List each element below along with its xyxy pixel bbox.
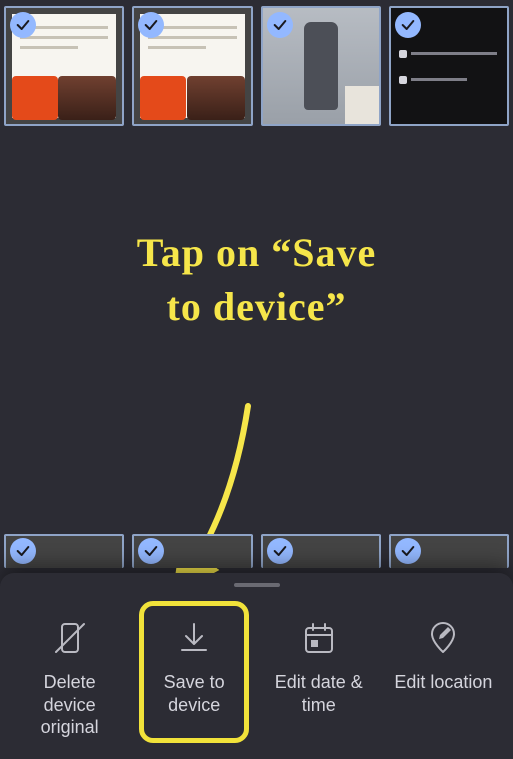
photo-thumb-2[interactable] [132,6,252,126]
photo-thumb-5[interactable] [4,534,124,568]
delete-device-original-button[interactable]: Delete device original [15,601,125,743]
edit-date-time-label: Edit date & time [269,671,369,716]
delete-phone-icon [51,619,89,657]
action-sheet: Delete device original Save to device [0,573,513,759]
check-icon [138,538,164,564]
location-edit-icon [424,619,462,657]
thumbs-row-bottom [0,528,513,574]
save-to-device-label: Save to device [144,671,244,716]
sheet-drag-handle[interactable] [234,583,280,587]
action-row: Delete device original Save to device [0,601,513,743]
photo-thumb-4[interactable] [389,6,509,126]
check-icon [267,12,293,38]
edit-location-label: Edit location [394,671,492,694]
download-icon [175,619,213,657]
photo-thumb-8[interactable] [389,534,509,568]
photo-thumb-1[interactable] [4,6,124,126]
photo-thumb-6[interactable] [132,534,252,568]
delete-device-original-label: Delete device original [20,671,120,739]
calendar-icon [300,619,338,657]
selected-thumbs-row [0,0,513,132]
edit-date-time-button[interactable]: Edit date & time [264,601,374,743]
annotation-overlay: Tap on “Save to device” [0,226,513,334]
check-icon [10,12,36,38]
check-icon [10,538,36,564]
photo-thumb-3[interactable] [261,6,381,126]
check-icon [395,12,421,38]
annotation-text: Tap on “Save to device” [0,226,513,334]
edit-location-button[interactable]: Edit location [388,601,498,743]
annotation-line-1: Tap on “Save [137,230,377,275]
check-icon [267,538,293,564]
photo-thumb-7[interactable] [261,534,381,568]
check-icon [395,538,421,564]
annotation-line-2: to device” [167,284,347,329]
save-to-device-button[interactable]: Save to device [139,601,249,743]
